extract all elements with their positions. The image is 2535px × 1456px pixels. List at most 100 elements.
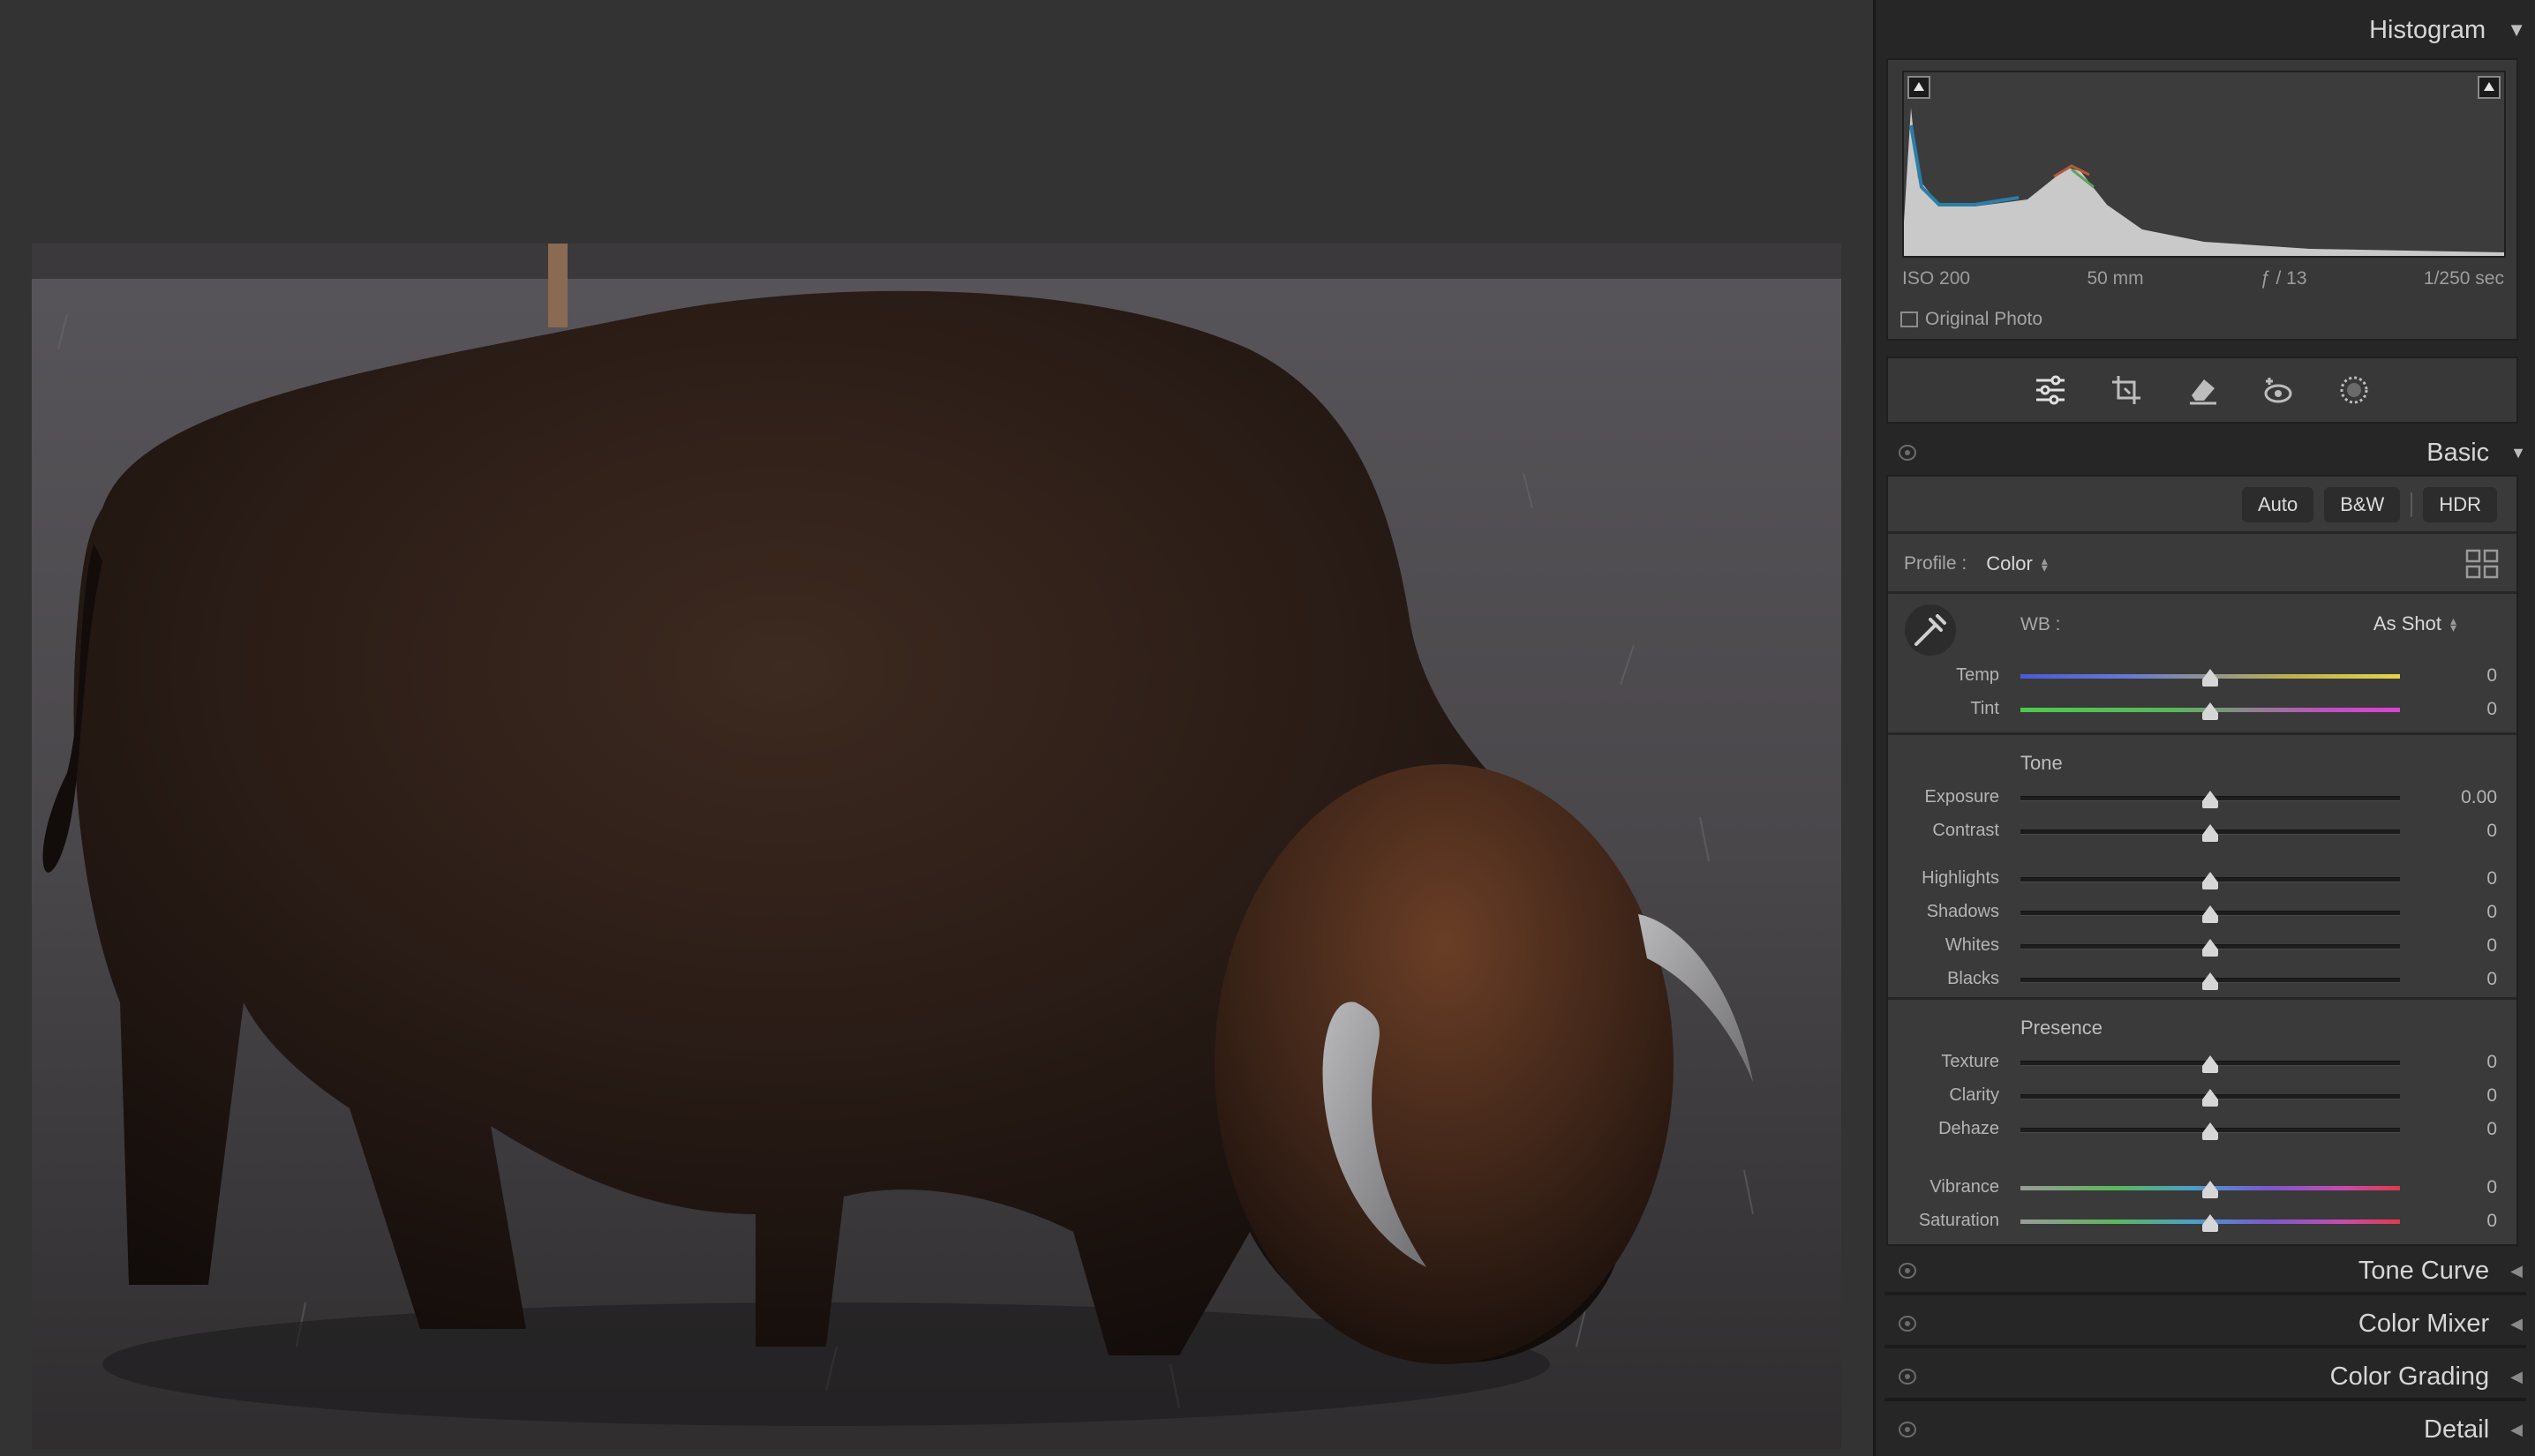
divider	[1888, 591, 2516, 594]
saturation-value[interactable]: 0	[2426, 1211, 2497, 1232]
eye-icon[interactable]	[1899, 1263, 1916, 1279]
blacks-label: Blacks	[1947, 969, 1999, 988]
profile-dropdown[interactable]: Color	[1986, 552, 2033, 575]
highlights-label: Highlights	[1922, 868, 1999, 888]
whites-label: Whites	[1945, 935, 1999, 955]
basic-title: Basic	[2426, 438, 2490, 467]
histogram-title: Histogram	[2369, 15, 2486, 44]
dehaze-slider-thumb[interactable]	[2202, 1122, 2218, 1140]
bw-button[interactable]: B&W	[2324, 487, 2401, 522]
histogram-box: ISO 200 50 mm ƒ / 13 1/250 sec Original …	[1886, 58, 2518, 341]
texture-label: Texture	[1941, 1052, 1999, 1071]
highlights-slider-thumb[interactable]	[2202, 872, 2218, 889]
divider	[1884, 1292, 2526, 1295]
develop-panel: Histogram ▼ ISO 200 50 mm ƒ / 13 1/250 s…	[1876, 0, 2535, 1456]
bison-photo[interactable]	[32, 244, 1841, 1449]
histogram-graph[interactable]	[1902, 71, 2506, 258]
collapse-down-icon[interactable]: ▼	[2507, 19, 2526, 41]
vibrance-slider-thumb[interactable]	[2202, 1181, 2218, 1198]
tint-slider-thumb[interactable]	[2202, 702, 2218, 720]
iso-text: ISO 200	[1902, 268, 1971, 289]
contrast-slider-thumb[interactable]	[2202, 824, 2218, 842]
whites-slider-thumb[interactable]	[2202, 939, 2218, 957]
color-grading-header[interactable]: Color Grading ◀	[1884, 1357, 2526, 1396]
divider	[2411, 492, 2413, 517]
original-photo-label: Original Photo	[1925, 309, 2043, 329]
histogram-header[interactable]: Histogram ▼	[1884, 11, 2526, 49]
clarity-label: Clarity	[1949, 1085, 1999, 1105]
highlights-value[interactable]: 0	[2426, 868, 2497, 889]
color-mixer-title: Color Mixer	[2358, 1309, 2490, 1338]
bison-photo-graphic	[32, 244, 1841, 1449]
profile-label: Profile :	[1904, 553, 1967, 574]
tint-label: Tint	[1970, 699, 1999, 718]
color-mixer-header[interactable]: Color Mixer ◀	[1884, 1304, 2526, 1343]
aperture-text: ƒ / 13	[2260, 268, 2307, 289]
focal-length-text: 50 mm	[2087, 268, 2144, 289]
collapse-left-icon[interactable]: ◀	[2510, 1315, 2523, 1333]
tone-curve-header[interactable]: Tone Curve ◀	[1884, 1251, 2526, 1290]
crop-icon[interactable]	[2109, 372, 2144, 408]
shutter-text: 1/250 sec	[2423, 268, 2504, 289]
wb-value: As Shot	[2373, 612, 2441, 634]
contrast-value[interactable]: 0	[2426, 821, 2497, 842]
divider	[1888, 732, 2516, 735]
clarity-slider-thumb[interactable]	[2202, 1089, 2218, 1107]
temp-label: Temp	[1956, 665, 1999, 685]
clarity-value[interactable]: 0	[2426, 1085, 2497, 1107]
basic-section: Auto B&W HDR Profile : Color ▴ ▾ WB : As …	[1886, 475, 2518, 1246]
blacks-slider-thumb[interactable]	[2202, 972, 2218, 990]
collapse-left-icon[interactable]: ◀	[2510, 1421, 2523, 1439]
original-photo-toggle[interactable]: Original Photo	[1900, 309, 2042, 330]
edit-sliders-icon[interactable]	[2033, 372, 2068, 408]
temp-value[interactable]: 0	[2426, 665, 2497, 687]
texture-value[interactable]: 0	[2426, 1052, 2497, 1073]
detail-header[interactable]: Detail ◀	[1884, 1410, 2526, 1449]
divider	[1888, 997, 2516, 1000]
whites-value[interactable]: 0	[2426, 935, 2497, 957]
collapse-left-icon[interactable]: ◀	[2510, 1262, 2523, 1280]
profile-browser-grid-icon[interactable]	[2465, 549, 2499, 579]
original-photo-checkbox[interactable]	[1900, 311, 1918, 327]
wb-dropdown[interactable]: As Shot ▴ ▾	[2373, 612, 2456, 635]
exposure-label: Exposure	[1924, 787, 2000, 807]
divider	[1884, 1345, 2526, 1348]
temp-slider-thumb[interactable]	[2202, 669, 2218, 687]
eye-icon[interactable]	[1899, 445, 1916, 461]
vibrance-label: Vibrance	[1929, 1177, 1999, 1197]
eyedropper-icon[interactable]	[1904, 604, 1957, 657]
masking-icon[interactable]	[2336, 372, 2372, 408]
detail-title: Detail	[2424, 1415, 2490, 1444]
red-eye-icon[interactable]	[2260, 372, 2296, 408]
exposure-value[interactable]: 0.00	[2426, 787, 2497, 808]
dehaze-value[interactable]: 0	[2426, 1119, 2497, 1140]
wb-label: WB :	[2020, 614, 2061, 634]
auto-button[interactable]: Auto	[2241, 487, 2314, 522]
saturation-label: Saturation	[1918, 1211, 1999, 1230]
image-canvas[interactable]	[0, 0, 1876, 1456]
exposure-slider-thumb[interactable]	[2202, 791, 2218, 808]
hdr-button[interactable]: HDR	[2423, 487, 2497, 522]
color-grading-title: Color Grading	[2329, 1362, 2490, 1391]
profile-row: Profile : Color ▴ ▾	[1904, 552, 2048, 575]
eraser-heal-icon[interactable]	[2185, 372, 2220, 408]
blacks-value[interactable]: 0	[2426, 969, 2497, 990]
shadows-slider-thumb[interactable]	[2202, 905, 2218, 923]
presence-group-title: Presence	[2020, 1017, 2102, 1039]
vibrance-value[interactable]: 0	[2426, 1177, 2497, 1198]
saturation-slider-thumb[interactable]	[2202, 1214, 2218, 1232]
eye-icon[interactable]	[1899, 1369, 1916, 1385]
contrast-label: Contrast	[1932, 821, 1999, 840]
texture-slider-thumb[interactable]	[2202, 1055, 2218, 1073]
updown-icon[interactable]: ▴ ▾	[2042, 554, 2048, 574]
collapse-left-icon[interactable]: ◀	[2510, 1368, 2523, 1386]
tint-value[interactable]: 0	[2426, 699, 2497, 720]
collapse-down-icon[interactable]: ▼	[2510, 444, 2526, 462]
eye-icon[interactable]	[1899, 1316, 1916, 1332]
tone-curve-title: Tone Curve	[2358, 1256, 2490, 1285]
basic-header[interactable]: Basic ▼	[1884, 432, 2526, 473]
shadows-value[interactable]: 0	[2426, 902, 2497, 923]
tool-strip	[1886, 356, 2518, 424]
tone-group-title: Tone	[2020, 752, 2063, 774]
eye-icon[interactable]	[1899, 1422, 1916, 1437]
